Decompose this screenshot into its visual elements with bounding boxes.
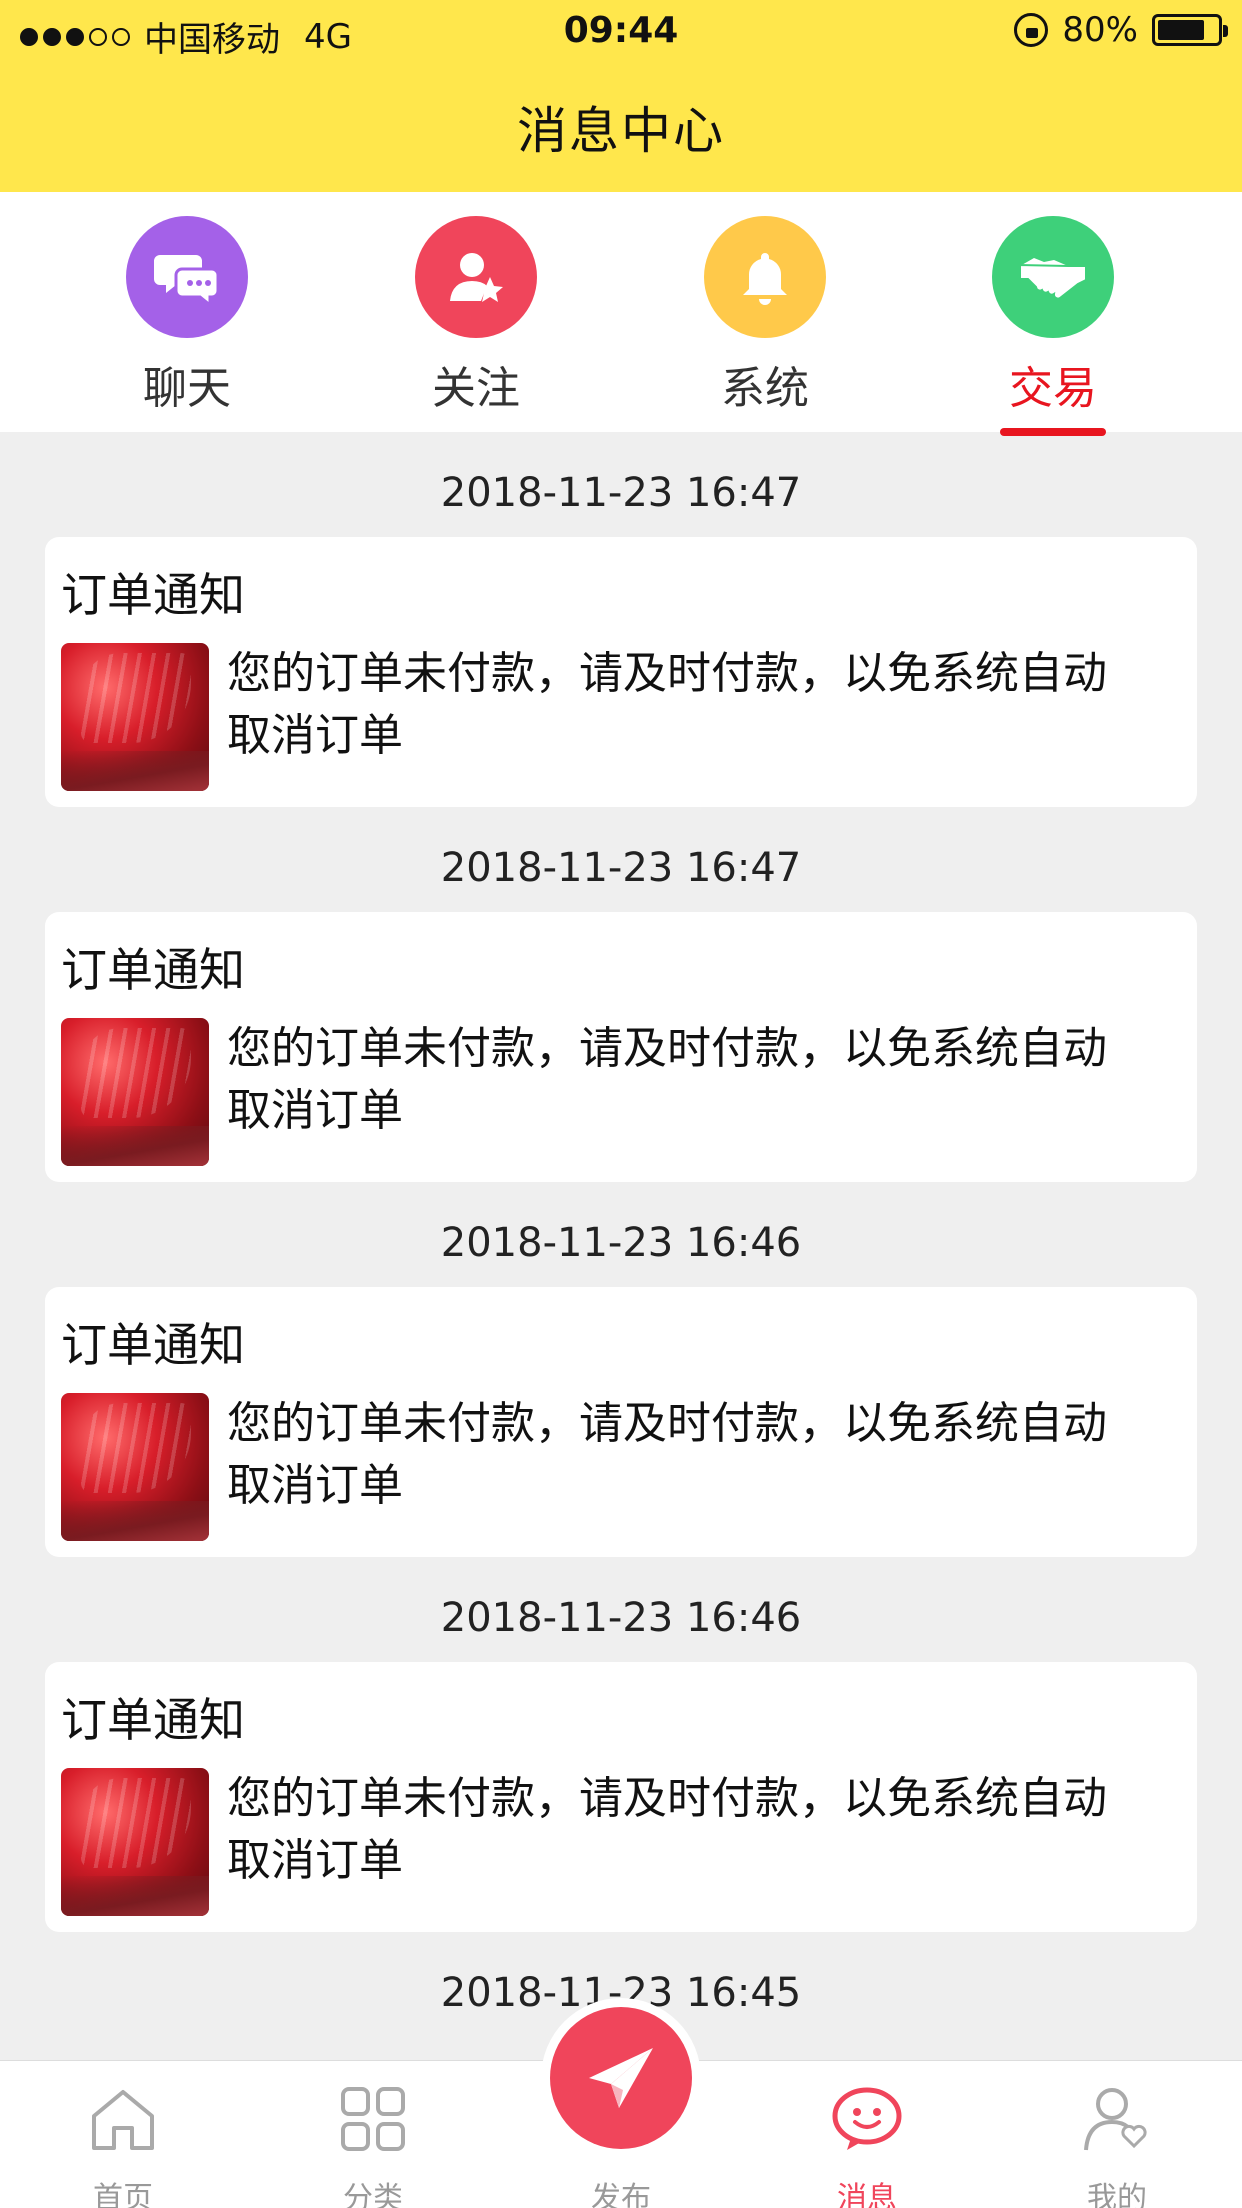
message-title: 订单通知 [61, 1693, 245, 1747]
tabbar-home[interactable]: 首页 [53, 2079, 193, 2208]
rotation-lock-icon [1014, 13, 1049, 47]
tabbar-publish-label: 发布 [591, 2181, 651, 2208]
message-title: 订单通知 [61, 568, 245, 622]
message-smile-icon [827, 2079, 907, 2159]
page-title: 消息中心 [517, 102, 725, 160]
tab-chat[interactable]: 聊天 [97, 216, 277, 416]
tab-system[interactable]: 系统 [675, 216, 855, 416]
user-heart-icon [1077, 2079, 1157, 2159]
battery-icon [1152, 14, 1228, 46]
tab-system-label: 系统 [721, 363, 809, 414]
status-bar: 中国移动 4G 09:44 80% [0, 0, 1242, 62]
publish-button[interactable] [541, 1998, 701, 2158]
message-card[interactable]: 订单通知 您的订单未付款，请及时付款，以免系统自动取消订单 [45, 1287, 1197, 1557]
product-thumbnail [61, 643, 209, 791]
message-timestamp: 2018-11-23 16:47 [440, 470, 802, 516]
message-timestamp: 2018-11-23 16:47 [440, 845, 802, 891]
tab-chat-label: 聊天 [143, 363, 231, 414]
product-thumbnail [61, 1393, 209, 1541]
chat-bubbles-icon [126, 216, 248, 338]
message-list: 2018-11-23 16:47 订单通知 您的订单未付款，请及时付款，以免系统… [0, 432, 1242, 2060]
product-thumbnail [61, 1768, 209, 1916]
handshake-icon [992, 216, 1114, 338]
message-text: 您的订单未付款，请及时付款，以免系统自动取消订单 [227, 1773, 1107, 1886]
tabbar-category-label: 分类 [343, 2181, 403, 2208]
product-thumbnail [61, 1018, 209, 1166]
nav-header: 消息中心 [0, 62, 1242, 192]
home-icon [83, 2079, 163, 2159]
message-timestamp: 2018-11-23 16:46 [440, 1595, 802, 1641]
tabbar-message-label: 消息 [837, 2181, 897, 2208]
bell-icon [704, 216, 826, 338]
status-right: 80% [1014, 10, 1228, 50]
message-card[interactable]: 订单通知 您的订单未付款，请及时付款，以免系统自动取消订单 [45, 537, 1197, 807]
message-card[interactable]: 订单通知 您的订单未付款，请及时付款，以免系统自动取消订单 [45, 1662, 1197, 1932]
tabbar-mine[interactable]: 我的 [1047, 2079, 1187, 2208]
message-text: 您的订单未付款，请及时付款，以免系统自动取消订单 [227, 1398, 1107, 1511]
tab-trade-label: 交易 [1009, 363, 1097, 414]
grid-icon [333, 2079, 413, 2159]
tab-trade[interactable]: 交易 [963, 216, 1143, 436]
message-timestamp: 2018-11-23 16:46 [440, 1220, 802, 1266]
tabbar-home-label: 首页 [93, 2181, 153, 2208]
message-title: 订单通知 [61, 1318, 245, 1372]
message-type-tabs: 聊天 关注 系统 交易 [0, 192, 1242, 436]
message-title: 订单通知 [61, 943, 245, 997]
tab-follow-label: 关注 [432, 363, 520, 414]
tabbar-message[interactable]: 消息 [797, 2079, 937, 2208]
message-text: 您的订单未付款，请及时付款，以免系统自动取消订单 [227, 648, 1107, 761]
message-card[interactable]: 订单通知 您的订单未付款，请及时付款，以免系统自动取消订单 [45, 912, 1197, 1182]
message-text: 您的订单未付款，请及时付款，以免系统自动取消订单 [227, 1023, 1107, 1136]
paper-plane-icon [550, 2007, 692, 2149]
tab-follow[interactable]: 关注 [386, 216, 566, 416]
battery-percent: 80% [1062, 10, 1138, 50]
tabbar-mine-label: 我的 [1087, 2181, 1147, 2208]
user-star-icon [415, 216, 537, 338]
tabbar-category[interactable]: 分类 [303, 2079, 443, 2208]
